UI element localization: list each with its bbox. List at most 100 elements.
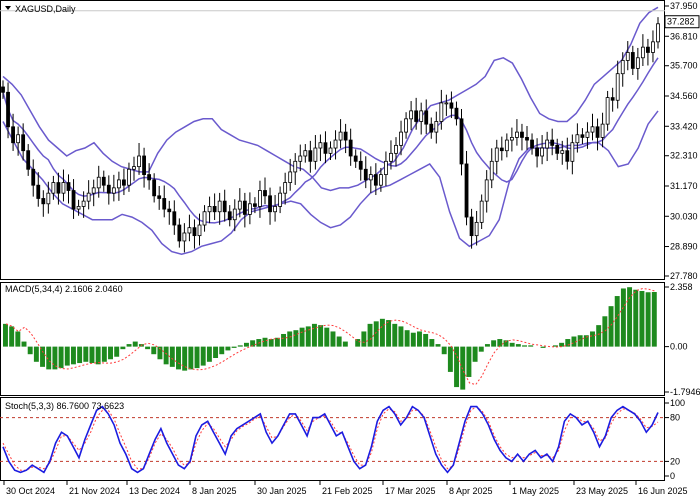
candle-body (232, 208, 237, 221)
candle-body (389, 152, 393, 162)
macd-histogram-bar (58, 346, 64, 369)
price-axis-label: 36.810 (670, 31, 698, 41)
x-axis-label: 8 Apr 2025 (449, 486, 493, 496)
candle-body (101, 176, 106, 186)
candle-body (167, 208, 172, 213)
candle-body (515, 131, 519, 138)
candle-body (177, 224, 182, 242)
macd-histogram-bar (330, 331, 336, 347)
candle-body (378, 174, 383, 186)
candle-body (585, 131, 590, 138)
candle-body (464, 163, 469, 218)
candle-body (474, 221, 479, 237)
price-axis-label: 33.420 (670, 121, 698, 131)
x-axis-label: 30 Jan 2025 (257, 486, 307, 496)
macd-histogram-bar (398, 326, 404, 347)
candle-body (157, 195, 162, 199)
candle-body (217, 200, 222, 213)
candle-body (409, 110, 414, 120)
candle-body (414, 110, 419, 122)
candle-body (61, 182, 66, 194)
candle-body (303, 150, 308, 157)
candle-body (525, 137, 529, 141)
macd-histogram-bar (281, 333, 287, 347)
candle-body (333, 139, 338, 149)
macd-histogram-bar (262, 337, 268, 347)
stoch-axis-label: 100 (670, 398, 685, 408)
macd-histogram-bar (435, 344, 441, 347)
macd-histogram-bar (639, 290, 645, 347)
macd-histogram-bar (194, 346, 200, 369)
macd-histogram-bar (231, 346, 237, 348)
candle-body (499, 147, 504, 152)
candle-body (46, 192, 51, 205)
macd-histogram-bar (342, 341, 348, 347)
candle-body (590, 126, 595, 133)
macd-histogram-bar (33, 346, 39, 362)
candle-body (116, 179, 121, 189)
candle-body (263, 190, 267, 197)
candle-body (625, 52, 630, 61)
macd-axis-label: 0.00 (670, 342, 688, 352)
candle-body (268, 195, 272, 213)
candle-body (147, 174, 152, 181)
candle-body (86, 192, 91, 202)
candle-body (595, 126, 600, 138)
candle-body (424, 110, 429, 125)
candle-body (570, 142, 575, 162)
candle-body (182, 232, 187, 242)
macd-histogram-bar (27, 346, 33, 355)
price-axis-label: 31.170 (670, 181, 698, 191)
macd-histogram-bar (163, 346, 169, 365)
trading-chart[interactable]: 37.950 36.810 35.700 34.560 33.420 32.310 31.1… (0, 0, 700, 500)
candle-body (600, 123, 605, 138)
candle-body (202, 211, 207, 226)
candle-body (81, 200, 86, 207)
price-axis-label: 27.780 (670, 271, 698, 281)
x-axis-label: 1 May 2025 (512, 486, 559, 496)
stoch-label: Stoch(5,3,3) 86.7600 73.6623 (5, 401, 124, 411)
macd-histogram-bar (40, 346, 46, 367)
macd-histogram-bar (176, 346, 181, 370)
candle-body (348, 139, 353, 157)
macd-histogram-bar (392, 323, 398, 347)
candle-body (66, 182, 71, 191)
stoch-axis-label: 20 (670, 456, 680, 466)
candle-body (555, 144, 560, 154)
candle-body (187, 227, 192, 234)
macd-histogram-bar (454, 346, 460, 388)
candle-body (373, 174, 378, 186)
x-axis-label: 21 Feb 2025 (322, 486, 373, 496)
candle-body (106, 184, 111, 194)
macd-histogram-bar (410, 332, 416, 347)
macd-histogram-bar (614, 296, 620, 347)
candle-body (247, 203, 252, 215)
macd-histogram-bar (108, 346, 113, 360)
candle-body (363, 168, 368, 181)
bollinger-upper-band (2, 6, 659, 192)
macd-histogram-bar (540, 346, 546, 348)
candle-body (222, 200, 227, 213)
candle-body (394, 144, 398, 154)
candle-body (308, 150, 313, 162)
candle-body (530, 139, 534, 149)
macd-histogram-bar (491, 340, 497, 347)
macd-histogram-bar (9, 326, 15, 347)
macd-histogram-bar (423, 333, 429, 347)
macd-histogram-bar (651, 292, 657, 347)
stoch-main-line (2, 405, 659, 474)
candle-body (479, 200, 484, 223)
macd-histogram-bar (70, 346, 76, 365)
candle-body (419, 110, 424, 122)
candle-body (565, 150, 570, 162)
macd-histogram-bar (89, 346, 95, 364)
x-axis-label: 30 Oct 2024 (6, 486, 55, 496)
triangle-down-icon[interactable] (5, 6, 11, 10)
macd-histogram-bar (429, 339, 435, 347)
candle-body (6, 91, 10, 128)
macd-label: MACD(5,34,4) 2.1606 2.0460 (5, 284, 123, 294)
macd-histogram-bar (386, 320, 392, 347)
candle-body (323, 142, 328, 154)
candle-body (459, 118, 464, 165)
macd-histogram-bar (522, 345, 527, 347)
